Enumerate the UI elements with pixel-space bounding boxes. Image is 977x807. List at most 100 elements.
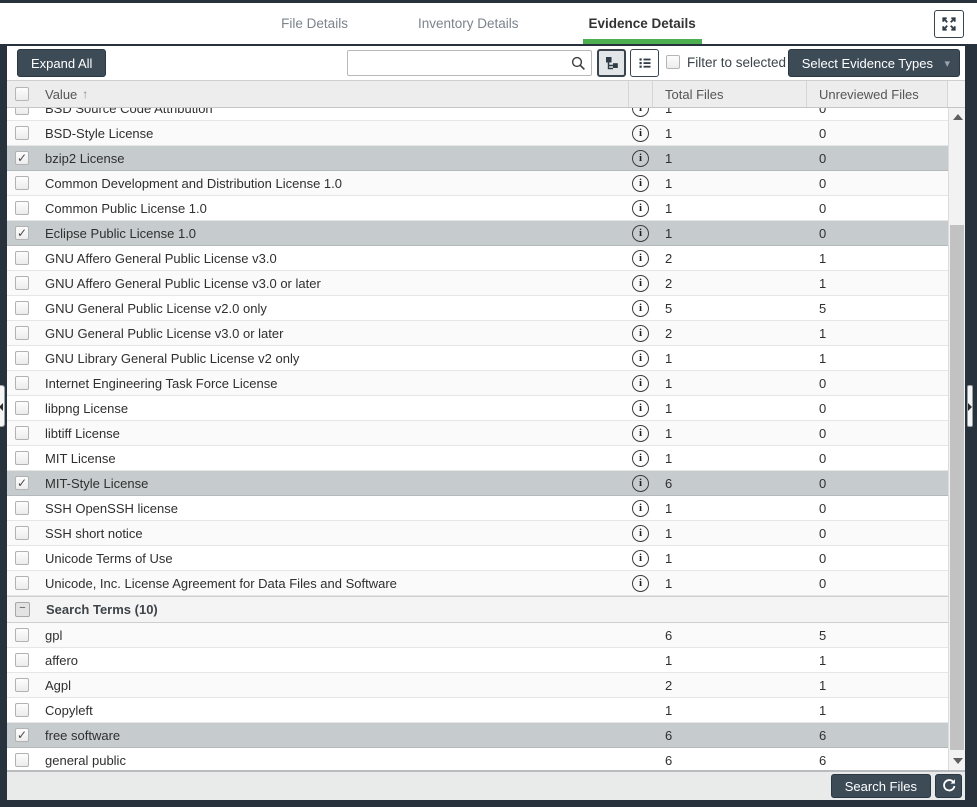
table-row[interactable]: Common Public License 1.0i10 — [7, 196, 948, 221]
info-icon[interactable]: i — [632, 175, 649, 192]
left-panel-handle[interactable] — [0, 385, 5, 427]
tab-inventory-details[interactable]: Inventory Details — [412, 3, 525, 44]
info-icon[interactable]: i — [632, 275, 649, 292]
table-row[interactable]: Internet Engineering Task Force Licensei… — [7, 371, 948, 396]
row-checkbox[interactable] — [15, 576, 29, 590]
row-checkbox[interactable]: ✓ — [15, 226, 29, 240]
column-header-unreviewed-files[interactable]: Unreviewed Files — [807, 81, 948, 107]
info-icon[interactable]: i — [632, 225, 649, 242]
table-row[interactable]: GNU Affero General Public License v3.0 o… — [7, 271, 948, 296]
info-icon[interactable]: i — [632, 200, 649, 217]
row-checkbox[interactable]: ✓ — [15, 151, 29, 165]
info-icon[interactable]: i — [632, 150, 649, 167]
table-row[interactable]: ✓Eclipse Public License 1.0i10 — [7, 221, 948, 246]
table-row[interactable]: ✓bzip2 Licensei10 — [7, 146, 948, 171]
row-checkbox[interactable] — [15, 301, 29, 315]
list-view-button[interactable] — [630, 49, 659, 77]
expand-all-button[interactable]: Expand All — [17, 49, 106, 77]
filter-to-selected-checkbox[interactable] — [666, 55, 680, 69]
table-row[interactable]: Agpl21 — [7, 673, 948, 698]
row-checkbox[interactable] — [15, 653, 29, 667]
row-checkbox[interactable] — [15, 251, 29, 265]
refresh-button[interactable] — [935, 774, 962, 798]
tab-file-details[interactable]: File Details — [275, 3, 354, 44]
row-checkbox[interactable] — [15, 703, 29, 717]
column-header-value[interactable]: Value ↑ — [37, 81, 629, 107]
scrollbar-thumb[interactable] — [950, 225, 964, 750]
row-checkbox[interactable] — [15, 628, 29, 642]
row-checkbox[interactable] — [15, 753, 29, 767]
row-checkbox[interactable] — [15, 426, 29, 440]
table-row[interactable]: GNU Affero General Public License v3.0i2… — [7, 246, 948, 271]
row-checkbox[interactable] — [15, 126, 29, 140]
tree-view-button[interactable] — [597, 49, 626, 77]
row-checkbox[interactable] — [15, 376, 29, 390]
row-checkbox[interactable] — [15, 176, 29, 190]
table-row[interactable]: GNU General Public License v3.0 or later… — [7, 321, 948, 346]
info-icon[interactable]: i — [632, 500, 649, 517]
table-row[interactable]: Unicode, Inc. License Agreement for Data… — [7, 571, 948, 596]
info-icon[interactable]: i — [632, 375, 649, 392]
table-row[interactable]: Unicode Terms of Usei10 — [7, 546, 948, 571]
row-checkbox[interactable] — [15, 276, 29, 290]
table-row[interactable]: libpng Licensei10 — [7, 396, 948, 421]
info-icon[interactable]: i — [632, 250, 649, 267]
table-row[interactable]: BSD-Style Licensei10 — [7, 121, 948, 146]
table-row[interactable]: SSH short noticei10 — [7, 521, 948, 546]
select-evidence-types-button[interactable]: Select Evidence Types ▾ — [788, 49, 960, 77]
group-header-search-terms[interactable]: −Search Terms (10) — [7, 596, 948, 623]
info-icon[interactable]: i — [632, 450, 649, 467]
column-header-total-files[interactable]: Total Files — [653, 81, 807, 107]
row-unreviewed-files: 1 — [807, 326, 948, 341]
row-value: GNU Library General Public License v2 on… — [37, 351, 629, 366]
row-checkbox[interactable] — [15, 326, 29, 340]
row-checkbox[interactable] — [15, 201, 29, 215]
fullscreen-button[interactable] — [934, 10, 964, 38]
info-icon[interactable]: i — [632, 108, 649, 117]
search-files-button[interactable]: Search Files — [831, 774, 931, 798]
table-row[interactable]: Copyleft11 — [7, 698, 948, 723]
info-icon[interactable]: i — [632, 525, 649, 542]
vertical-scrollbar[interactable] — [948, 108, 965, 770]
info-icon[interactable]: i — [632, 550, 649, 567]
row-checkbox[interactable] — [15, 526, 29, 540]
table-row[interactable]: gpl65 — [7, 623, 948, 648]
scroll-down-arrow[interactable] — [953, 758, 963, 764]
info-icon[interactable]: i — [632, 575, 649, 592]
table-row[interactable]: affero11 — [7, 648, 948, 673]
table-row[interactable]: libtiff Licensei10 — [7, 421, 948, 446]
table-row[interactable]: Common Development and Distribution Lice… — [7, 171, 948, 196]
row-checkbox[interactable]: ✓ — [15, 476, 29, 490]
row-value: general public — [37, 753, 629, 768]
right-panel-handle[interactable] — [967, 385, 973, 427]
tab-evidence-details[interactable]: Evidence Details — [583, 3, 702, 44]
row-checkbox[interactable] — [15, 678, 29, 692]
collapse-icon[interactable]: − — [15, 602, 30, 617]
row-checkbox[interactable]: ✓ — [15, 728, 29, 742]
table-row[interactable]: general public66 — [7, 748, 948, 770]
row-value: Unicode, Inc. License Agreement for Data… — [37, 576, 629, 591]
info-icon[interactable]: i — [632, 400, 649, 417]
info-icon[interactable]: i — [632, 425, 649, 442]
row-checkbox[interactable] — [15, 351, 29, 365]
select-all-checkbox[interactable] — [15, 87, 29, 101]
row-checkbox[interactable] — [15, 551, 29, 565]
row-checkbox[interactable] — [15, 451, 29, 465]
info-icon[interactable]: i — [632, 350, 649, 367]
table-row[interactable]: GNU General Public License v2.0 onlyi55 — [7, 296, 948, 321]
table-row[interactable]: MIT Licensei10 — [7, 446, 948, 471]
info-icon[interactable]: i — [632, 475, 649, 492]
search-input[interactable] — [352, 52, 566, 74]
info-icon[interactable]: i — [632, 325, 649, 342]
info-icon[interactable]: i — [632, 125, 649, 142]
table-row[interactable]: BSD Source Code Attributioni10 — [7, 108, 948, 121]
table-row[interactable]: ✓MIT-Style Licensei60 — [7, 471, 948, 496]
table-row[interactable]: ✓free software66 — [7, 723, 948, 748]
row-checkbox[interactable] — [15, 401, 29, 415]
scroll-up-arrow[interactable] — [953, 114, 963, 120]
table-row[interactable]: SSH OpenSSH licensei10 — [7, 496, 948, 521]
info-icon[interactable]: i — [632, 300, 649, 317]
row-checkbox[interactable] — [15, 501, 29, 515]
table-row[interactable]: GNU Library General Public License v2 on… — [7, 346, 948, 371]
row-checkbox[interactable] — [15, 108, 29, 115]
